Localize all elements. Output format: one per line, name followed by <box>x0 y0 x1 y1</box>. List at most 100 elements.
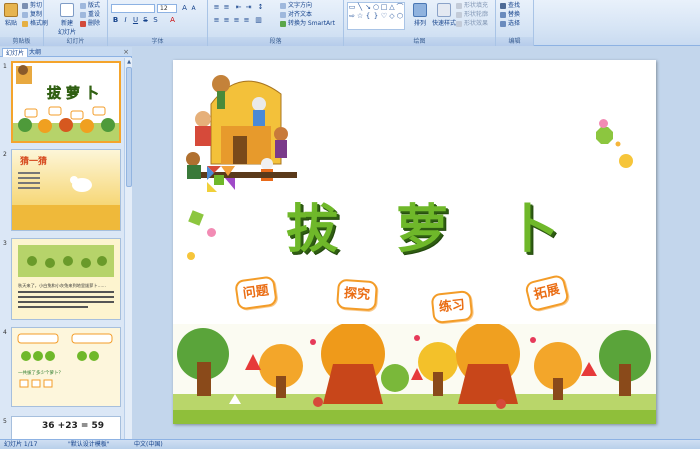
quick-styles-icon <box>437 3 451 17</box>
arrange-button[interactable]: 排列 <box>410 3 430 27</box>
smartart-icon <box>280 20 286 27</box>
pen-icon <box>456 11 462 18</box>
brace-right-shape-icon[interactable]: } <box>372 12 380 20</box>
strikethrough-icon[interactable]: S <box>141 16 150 25</box>
bold-icon[interactable]: B <box>111 16 120 25</box>
underline-icon[interactable]: U <box>131 16 140 25</box>
quick-styles-button[interactable]: 快速样式 <box>432 3 456 27</box>
triangle-shape-icon[interactable]: △ <box>388 3 396 11</box>
bullets-icon[interactable]: ≡ <box>212 3 221 12</box>
slide-thumbnail-1[interactable]: 拔 萝 卜 <box>11 61 121 143</box>
layout-button[interactable]: 版式 <box>80 2 100 10</box>
brush-icon <box>22 20 28 27</box>
clipboard-group: 粘贴 剪切 复制 格式刷 剪贴板 <box>0 0 48 46</box>
replace-button[interactable]: 替换 <box>500 11 520 19</box>
right-arrow-shape-icon[interactable]: ⇨ <box>348 12 356 20</box>
shape-fill-button[interactable]: 形状填充 <box>456 2 488 10</box>
heart-shape-icon[interactable]: ♡ <box>380 12 388 20</box>
cut-button[interactable]: 剪切 <box>22 2 42 10</box>
align-center-icon[interactable]: ≡ <box>222 16 231 25</box>
pane-scrollbar[interactable]: ▲ <box>124 58 132 439</box>
slide-thumbnail-4[interactable]: 一共拔了多少个萝卜？ <box>11 327 121 407</box>
slides-group: 新建 幻灯片 版式 重设 删除 幻灯片 <box>44 0 108 46</box>
font-size-field[interactable]: 12 <box>157 4 177 13</box>
ribbon: 粘贴 剪切 复制 格式刷 剪贴板 新建 幻灯片 版式 重设 删除 幻灯片 12 … <box>0 0 700 46</box>
rectangle-shape-icon[interactable]: ▭ <box>348 3 356 11</box>
select-button[interactable]: 选择 <box>500 20 520 28</box>
columns-icon[interactable]: ▥ <box>254 16 263 25</box>
slide-thumbnail-3[interactable]: 秋天来了，小白兔和小灰兔来到地里拔萝卜…… <box>11 238 121 320</box>
language-indicator[interactable]: 中文(中国) <box>134 440 163 449</box>
reset-button[interactable]: 重设 <box>80 11 100 19</box>
badge-practice-button[interactable]: 练习 <box>430 289 474 325</box>
smartart-button[interactable]: 转换为 SmartArt <box>280 20 335 28</box>
slide-3-preview: 秋天来了，小白兔和小灰兔来到地里拔萝卜…… <box>12 239 120 319</box>
copy-button[interactable]: 复制 <box>22 11 42 19</box>
tab-slides[interactable]: 幻灯片 <box>2 48 29 57</box>
decrease-indent-icon[interactable]: ⇤ <box>234 3 243 12</box>
scissors-icon <box>22 2 28 9</box>
replace-icon <box>500 11 506 18</box>
italic-icon[interactable]: I <box>121 16 130 25</box>
line-spacing-icon[interactable]: ↕ <box>256 3 265 12</box>
slide-counter: 幻灯片 1/17 <box>4 441 38 448</box>
slide-title-char: 卜 <box>506 199 559 260</box>
diamond-shape-icon[interactable]: ◇ <box>388 12 396 20</box>
increase-indent-icon[interactable]: ⇥ <box>244 3 253 12</box>
font-color-icon[interactable]: A <box>168 16 177 25</box>
slide-thumbnail-5[interactable]: 36 +23 = 59 <box>11 416 121 439</box>
theme-name: "默认设计模板" <box>68 441 110 448</box>
slide-title-char: 萝 <box>396 199 449 260</box>
text-direction-button[interactable]: 文字方向 <box>280 2 312 10</box>
grow-font-icon[interactable]: A <box>180 4 189 13</box>
binoculars-icon <box>500 2 506 9</box>
align-left-icon[interactable]: ≡ <box>212 16 221 25</box>
find-button[interactable]: 查找 <box>500 2 520 10</box>
brace-shape-icon[interactable]: { <box>364 12 372 20</box>
green-dot <box>188 210 204 226</box>
slide-number: 3 <box>3 240 7 247</box>
effects-icon <box>456 20 462 27</box>
justify-icon[interactable]: ≡ <box>242 16 251 25</box>
numbering-icon[interactable]: ≡ <box>222 3 231 12</box>
shapes-gallery[interactable]: ▭ ╲ ↘ ○ □ △ ⌒ ⇨ ☆{} ♡ ◇ ⬡ <box>347 2 405 30</box>
pink-dot <box>599 119 608 128</box>
arrange-icon <box>413 3 427 17</box>
font-name-field[interactable] <box>111 4 155 13</box>
star-shape-icon[interactable]: ☆ <box>356 12 364 20</box>
arrow-shape-icon[interactable]: ↘ <box>364 3 372 11</box>
shape-outline-button[interactable]: 形状轮廓 <box>456 11 488 19</box>
badge-problem-button[interactable]: 问题 <box>234 275 278 311</box>
oval-shape-icon[interactable]: ○ <box>372 3 380 11</box>
close-icon[interactable]: × <box>123 48 129 57</box>
delete-button[interactable]: 删除 <box>80 20 100 28</box>
badge-explore-button[interactable]: 探究 <box>336 278 378 312</box>
slide-canvas[interactable]: 拔 萝 卜 问题 探究 练习 拓展 <box>173 60 656 424</box>
align-text-button[interactable]: 对齐文本 <box>280 11 312 19</box>
layout-icon <box>80 2 86 9</box>
shrink-font-icon[interactable]: A <box>189 4 198 13</box>
scroll-up-icon[interactable]: ▲ <box>125 58 133 66</box>
pane-tabs: 幻灯片 大纲 × <box>0 47 132 57</box>
shape-effects-button[interactable]: 形状效果 <box>456 20 488 28</box>
shadow-icon[interactable]: S <box>151 16 160 25</box>
tab-outline[interactable]: 大纲 <box>26 48 44 57</box>
hexagon-shape-icon[interactable]: ⬡ <box>396 12 404 20</box>
curve-shape-icon[interactable]: ⌒ <box>396 3 404 11</box>
copy-icon <box>22 11 28 18</box>
slide-thumbnail-2[interactable]: 猜一猜 <box>11 149 121 231</box>
badge-extend-button[interactable]: 拓展 <box>523 273 571 313</box>
tangram-decoration <box>207 166 235 192</box>
square-shape-icon[interactable]: □ <box>380 3 388 11</box>
line-shape-icon[interactable]: ╲ <box>356 3 364 11</box>
editing-group: 查找 替换 选择 编辑 <box>496 0 534 46</box>
new-slide-button[interactable]: 新建 幻灯片 <box>56 3 78 36</box>
thumb-4-text: 一共拔了多少个萝卜？ <box>18 369 63 376</box>
status-bar: 幻灯片 1/17 "默认设计模板" 中文(中国) <box>0 439 700 449</box>
delete-icon <box>80 20 86 27</box>
align-right-icon[interactable]: ≡ <box>232 16 241 25</box>
slide-number: 2 <box>3 151 7 158</box>
yellow-dot <box>187 252 195 260</box>
paste-button[interactable]: 粘贴 <box>2 3 20 27</box>
scroll-thumb[interactable] <box>126 67 132 187</box>
